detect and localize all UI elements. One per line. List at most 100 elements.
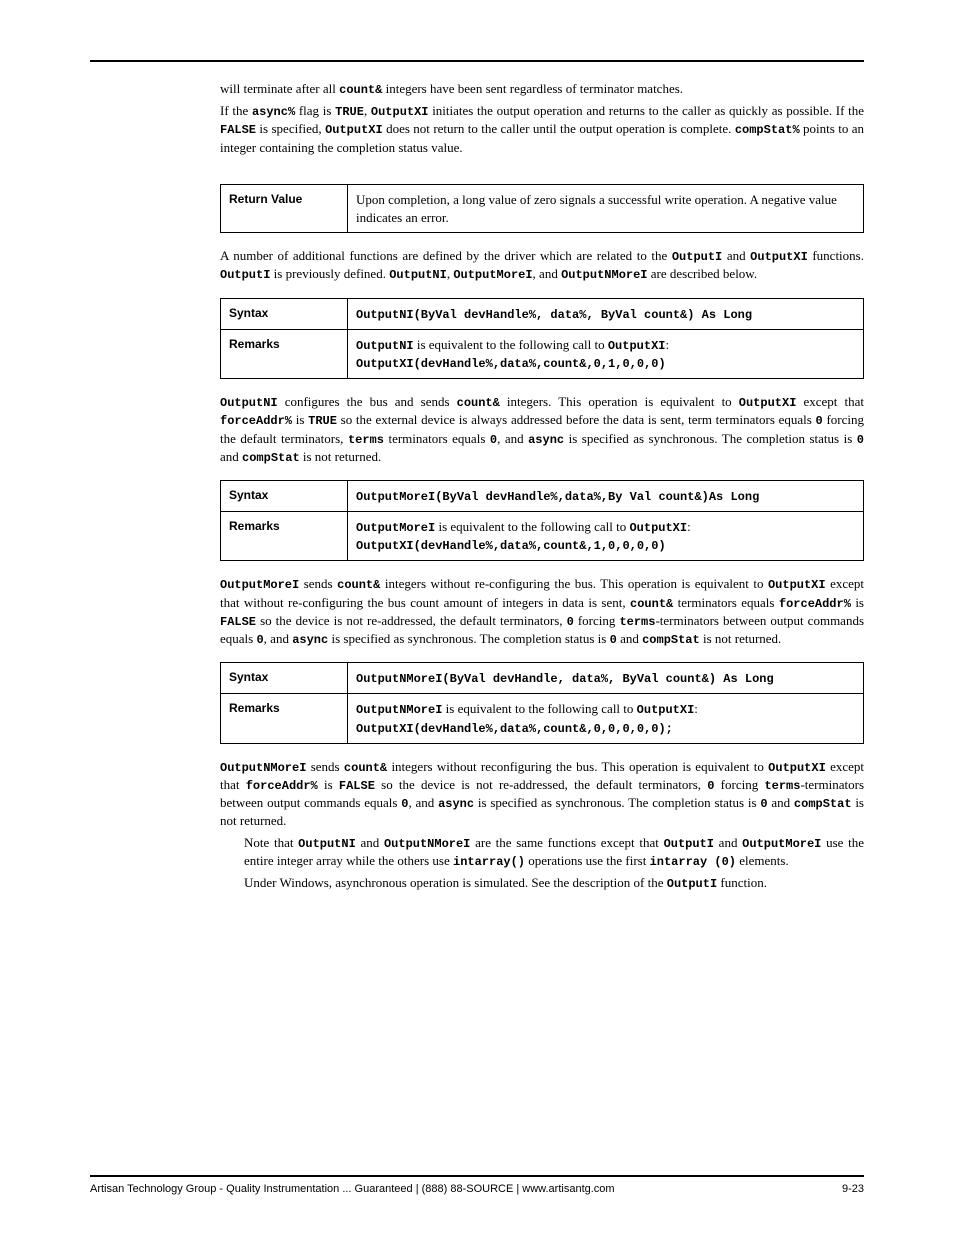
text: and [722,248,750,263]
text: integers without re-configuring the bus.… [380,576,768,591]
code: OutputNI [298,837,356,851]
text: forcing [714,777,764,792]
code: OutputI [220,268,270,282]
para-async: If the async% flag is TRUE, OutputXI ini… [220,102,864,156]
text: : [665,337,669,352]
text: Under Windows, asynchronous operation is… [244,875,667,890]
syntax-label: Syntax [221,298,348,329]
code: OutputNI [389,268,447,282]
text: Note that [244,835,298,850]
code: count& [457,396,500,410]
code: async [438,797,474,811]
code: compStat [794,797,852,811]
para-note: Note that OutputNI and OutputNMoreI are … [244,834,864,870]
text: functions. [808,248,864,263]
code: count& [344,761,387,775]
text: is specified, [256,121,325,136]
text: initiates the output operation and retur… [429,103,865,118]
code: forceAddr% [246,779,318,793]
code: OutputXI(devHandle%,data%,count&,0,0,0,0… [356,722,673,736]
text: integers. This operation is equivalent t… [500,394,739,409]
code: terms [764,779,800,793]
code: count& [337,578,380,592]
footer-page: 9-23 [842,1183,864,1195]
text: is specified as synchronous. The complet… [474,795,760,810]
code: OutputNI [220,396,278,410]
text: are described below. [648,266,758,281]
text: and [356,835,384,850]
para-outputmorei: OutputMoreI sends count& integers withou… [220,575,864,648]
code: terms [348,433,384,447]
code: 0 [816,414,823,428]
text: , and [408,795,438,810]
text: so the device is not re-addressed, the d… [375,777,707,792]
code: FALSE [220,123,256,137]
code: forceAddr% [220,414,292,428]
remarks-cell: OutputNMoreI is equivalent to the follow… [348,694,864,743]
syntax-label: Syntax [221,663,348,694]
code: 0 [760,797,767,811]
syntax-label: Syntax [221,480,348,511]
text: terminators equals [384,431,490,446]
text: integers without reconfiguring the bus. … [387,759,768,774]
code: TRUE [308,414,337,428]
para-intro: will terminate after all count& integers… [220,80,864,98]
text: sends [306,759,344,774]
text: and [714,835,742,850]
text: is not returned. [700,631,782,646]
remarks-label: Remarks [221,512,348,561]
text: function. [717,875,767,890]
return-value-table: Return Value Upon completion, a long val… [220,184,864,233]
text: are the same functions except that [470,835,663,850]
code: OutputXI [637,703,695,717]
code: 0 [490,433,497,447]
text: is specified as synchronous. The complet… [564,431,857,446]
text: will terminate after all [220,81,339,96]
code: OutputXI [629,521,687,535]
code: OutputXI(devHandle%,data%,count&,1,0,0,0… [356,539,666,553]
code: OutputMoreI [453,268,532,282]
code: OutputNMoreI [356,703,442,717]
text: : [694,701,698,716]
code: OutputMoreI [742,837,821,851]
code: count& [630,597,673,611]
page: will terminate after all count& integers… [0,0,954,1235]
outputmorei-table: Syntax OutputMoreI(ByVal devHandle%,data… [220,480,864,562]
text: , [364,103,371,118]
text: does not return to the caller until the … [383,121,735,136]
text: is equivalent to the following call to [414,337,608,352]
body-content: will terminate after all count& integers… [220,80,864,892]
code: forceAddr% [779,597,851,611]
para-outputni: OutputNI configures the bus and sends co… [220,393,864,466]
code: intarray (0) [650,855,736,869]
code: compStat [642,633,700,647]
code: 0 [610,633,617,647]
text: sends [299,576,337,591]
code: 0 [256,633,263,647]
text: so the external device is always address… [337,412,816,427]
code: async [528,433,564,447]
para-final: Under Windows, asynchronous operation is… [244,874,864,892]
remarks-cell: OutputMoreI is equivalent to the followi… [348,512,864,561]
code: OutputXI(devHandle%,data%,count&,0,1,0,0… [356,357,666,371]
code: 0 [567,615,574,629]
code: OutputI [664,837,714,851]
return-value-label: Return Value [221,185,348,233]
code: intarray() [453,855,525,869]
text: elements. [736,853,789,868]
code: OutputI [672,250,722,264]
para-related: A number of additional functions are def… [220,247,864,283]
code: 0 [857,433,864,447]
text: A number of additional functions are def… [220,248,672,263]
remarks-cell: OutputNI is equivalent to the following … [348,329,864,378]
code: OutputXI [739,396,797,410]
text: flag is [295,103,335,118]
remarks-label: Remarks [221,329,348,378]
text: is equivalent to the following call to [442,701,636,716]
code: async [292,633,328,647]
text: is equivalent to the following call to [435,519,629,534]
text: so the device is not re-addressed, the d… [256,613,567,628]
code: FALSE [220,615,256,629]
text: is [318,777,339,792]
code: OutputXI [325,123,383,137]
